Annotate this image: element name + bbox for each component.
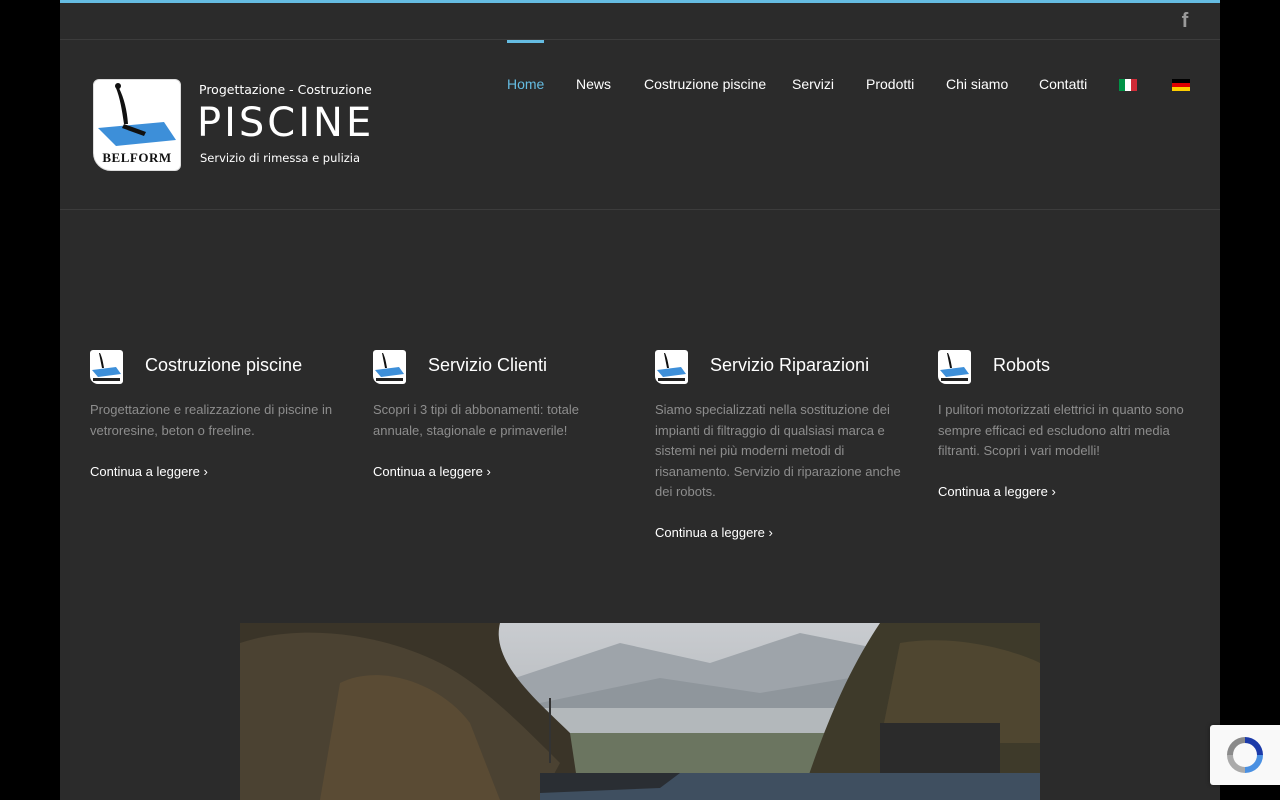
- nav-item-costruzione-piscine[interactable]: Costruzione piscine: [644, 40, 766, 128]
- logo-brand-text: BELFORM: [102, 150, 172, 165]
- feature-title: Servizio Riparazioni: [710, 355, 870, 375]
- read-more-link[interactable]: Continua a leggere ›: [655, 525, 773, 540]
- belform-logo-icon: [938, 350, 971, 384]
- italy-flag-icon[interactable]: [1119, 79, 1137, 91]
- read-more-link[interactable]: Continua a leggere ›: [373, 464, 491, 479]
- logo-emblem: BELFORM: [93, 79, 181, 171]
- site-header: BELFORM Progettazione - Costruzione PISC…: [60, 40, 1220, 210]
- belform-logo-icon: [373, 350, 406, 384]
- feature-title: Costruzione piscine: [145, 355, 303, 375]
- top-bar: f: [60, 3, 1220, 40]
- logo-tagline-top: Progettazione - Costruzione: [199, 82, 372, 97]
- read-more-link[interactable]: Continua a leggere ›: [938, 484, 1056, 499]
- facebook-icon[interactable]: f: [1178, 11, 1192, 31]
- logo-tagline-bottom: Servizio di rimessa e pulizia: [200, 151, 361, 165]
- nav-item-contatti[interactable]: Contatti: [1039, 40, 1087, 128]
- read-more-link[interactable]: Continua a leggere ›: [90, 464, 208, 479]
- site-logo[interactable]: BELFORM Progettazione - Costruzione PISC…: [93, 78, 372, 174]
- germany-flag-icon[interactable]: [1172, 79, 1190, 91]
- feature-text: Scopri i 3 tipi di abbonamenti: totale a…: [373, 402, 579, 438]
- belform-logo-icon: [90, 350, 123, 384]
- nav-item-home[interactable]: Home: [507, 40, 545, 131]
- pool-landscape-image: [240, 623, 1040, 800]
- nav-item-prodotti[interactable]: Prodotti: [866, 40, 914, 128]
- nav-item-news[interactable]: News: [576, 40, 611, 128]
- page-wrapper: f BELFORM Progettazione - Costruzione PI…: [60, 0, 1220, 800]
- feature-text: Progettazione e realizzazione di piscine…: [90, 402, 333, 438]
- recaptcha-icon: [1227, 737, 1263, 773]
- feature-title: Servizio Clienti: [428, 355, 548, 375]
- recaptcha-badge[interactable]: [1210, 725, 1280, 785]
- feature-title: Robots: [993, 355, 1051, 375]
- feature-text: Siamo specializzati nella sostituzione d…: [655, 402, 901, 499]
- nav-item-chi-siamo[interactable]: Chi siamo: [946, 40, 1008, 128]
- feature-text: I pulitori motorizzati elettrici in quan…: [938, 402, 1184, 458]
- nav-item-servizi[interactable]: Servizi: [792, 40, 834, 128]
- logo-title: PISCINE: [197, 100, 375, 146]
- belform-logo-icon: [655, 350, 688, 384]
